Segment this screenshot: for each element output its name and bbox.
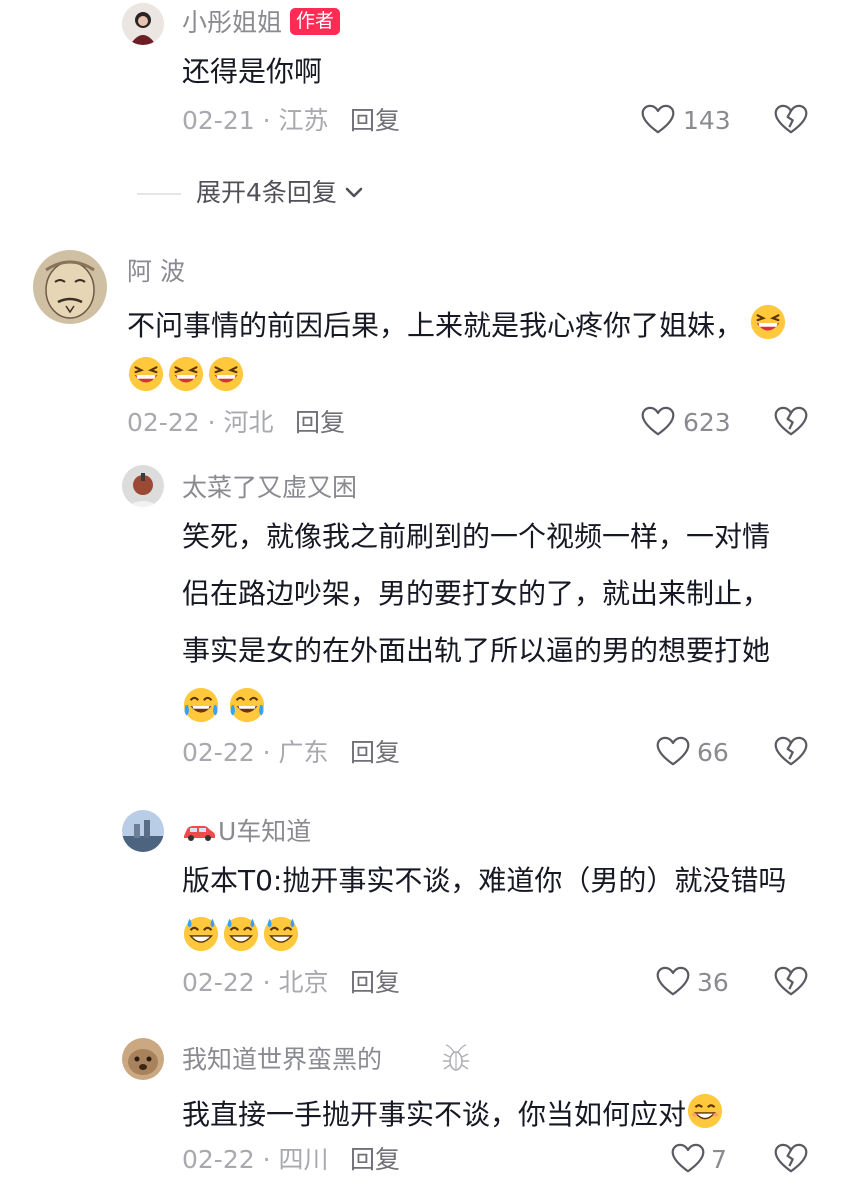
comment-text: 还得是你啊 [182,55,323,88]
like-count: 143 [683,106,731,135]
heart-outline-icon[interactable] [656,736,690,767]
like-count: 66 [697,738,729,767]
username[interactable]: 太菜了又虚又困 [182,473,357,503]
car-icon [184,826,215,841]
comment-text-line: 不问事情的前因后果，上来就是我心疼你了姐妹， [127,303,789,343]
comment-text: 笑死，就像我之前刷到的一个视频一样，一对情 [182,520,771,553]
broken-heart-icon[interactable] [774,406,808,437]
tears-of-joy-emoji [228,686,266,724]
heart-outline-icon[interactable] [671,1143,705,1174]
reply-button[interactable]: 回复 [350,1145,400,1175]
cockroach-icon [443,1044,469,1071]
tears-of-joy-emoji [182,686,220,724]
comment-text: 事实是女的在外面出轨了所以逼的男的想要打她 [182,634,771,667]
username[interactable]: 阿 波 [127,257,185,287]
like-count: 7 [711,1145,727,1174]
comment-emoji-line [182,686,268,726]
chevron-down-icon[interactable] [344,186,364,200]
reply-button[interactable]: 回复 [350,968,400,998]
username[interactable]: U车知道 [218,817,311,846]
heart-outline-icon[interactable] [656,966,690,997]
sweat-smile-emoji [262,915,300,953]
comment-text: 不问事情的前因后果，上来就是我心疼你了姐妹， [127,309,744,342]
laughing-emoji [167,355,205,393]
comment-text: 版本T0:抛开事实不谈，难道你（男的）就没错吗 [182,864,787,897]
broken-heart-icon[interactable] [774,104,808,135]
username-row[interactable]: U车知道 [182,817,311,847]
username[interactable]: 小彤姐姐 [182,8,282,38]
reply-button[interactable]: 回复 [295,408,345,438]
broken-heart-icon[interactable] [774,736,808,767]
comment-date-location: 02-22 · 河北 [127,408,274,437]
like-count: 36 [697,968,729,997]
comment-text: 侣在路边吵架，男的要打女的了，就出来制止， [182,577,771,610]
smile-emoji [686,1092,724,1130]
username[interactable]: 我知道世界蛮黑的 [182,1045,382,1075]
expand-divider [137,193,181,195]
comment-date-location: 02-22 · 北京 [182,968,329,997]
comment-date-location: 02-22 · 广东 [182,738,329,767]
reply-button[interactable]: 回复 [350,106,400,136]
heart-outline-icon[interactable] [641,406,675,437]
laughing-emoji [749,303,787,341]
heart-outline-icon[interactable] [641,104,675,135]
reply-button[interactable]: 回复 [350,738,400,768]
comment-text: 我直接一手抛开事实不谈，你当如何应对 [182,1098,687,1131]
comment-date-location: 02-21 · 江苏 [182,106,329,135]
comment-emoji-line [127,355,247,395]
broken-heart-icon[interactable] [774,1143,808,1174]
avatar[interactable] [33,250,107,324]
laughing-emoji [127,355,165,393]
broken-heart-icon[interactable] [774,966,808,997]
comment-date-location: 02-22 · 四川 [182,1145,329,1174]
avatar[interactable] [122,3,164,45]
comment-text-line: 我直接一手抛开事实不谈，你当如何应对 [182,1092,726,1132]
laughing-emoji [207,355,245,393]
author-badge: 作者 [290,8,341,35]
expand-label[interactable]: 展开4条回复 [196,178,337,208]
sweat-smile-emoji [182,915,220,953]
comment-emoji-line [182,915,302,955]
sweat-smile-emoji [222,915,260,953]
avatar[interactable] [122,465,164,507]
avatar[interactable] [122,1038,164,1080]
avatar[interactable] [122,810,164,852]
like-count: 623 [683,408,731,437]
